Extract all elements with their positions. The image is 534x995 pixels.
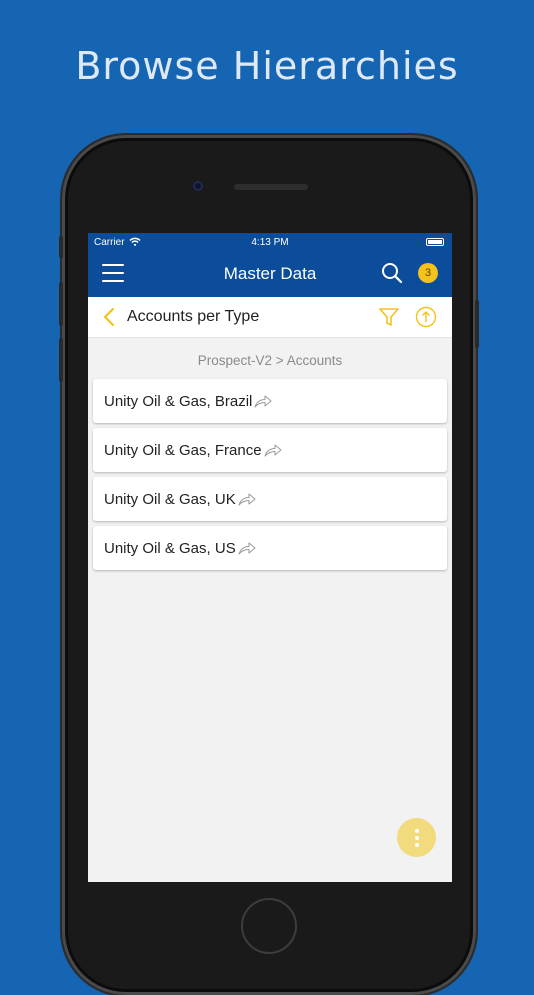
more-vertical-icon-dot bbox=[414, 828, 419, 833]
share-arrow-icon[interactable] bbox=[238, 541, 256, 555]
list-item-label: Unity Oil & Gas, UK bbox=[104, 490, 236, 508]
share-arrow-icon[interactable] bbox=[254, 394, 272, 408]
app-screen: Carrier 4:13 PM Master Data 3 Accounts p… bbox=[88, 233, 452, 882]
phone-volume-up bbox=[59, 282, 63, 326]
phone-power-button bbox=[475, 300, 479, 348]
subheader-title: Accounts per Type bbox=[127, 308, 260, 325]
share-arrow-icon[interactable] bbox=[264, 443, 282, 457]
phone-volume-down bbox=[59, 338, 63, 382]
list-item-account-uk[interactable]: Unity Oil & Gas, UK bbox=[93, 477, 447, 521]
search-icon[interactable] bbox=[380, 261, 404, 285]
list-item-label: Unity Oil & Gas, US bbox=[104, 539, 236, 557]
filter-icon[interactable] bbox=[378, 306, 400, 328]
earpiece-speaker bbox=[234, 184, 308, 190]
more-vertical-icon-dot bbox=[414, 835, 419, 840]
list-item-account-brazil[interactable]: Unity Oil & Gas, Brazil bbox=[93, 379, 447, 423]
front-camera bbox=[193, 181, 203, 191]
status-time: 4:13 PM bbox=[251, 237, 289, 248]
list-item-account-france[interactable]: Unity Oil & Gas, France bbox=[93, 428, 447, 472]
more-vertical-icon-dot bbox=[414, 842, 419, 847]
upload-circle-icon[interactable] bbox=[415, 306, 437, 328]
notification-badge[interactable]: 3 bbox=[418, 263, 438, 283]
list-item-label: Unity Oil & Gas, Brazil bbox=[104, 392, 253, 410]
list-item-account-us[interactable]: Unity Oil & Gas, US bbox=[93, 526, 447, 570]
phone-mute-switch bbox=[59, 236, 63, 258]
more-actions-button[interactable] bbox=[397, 818, 436, 857]
chevron-left-icon[interactable] bbox=[102, 307, 116, 327]
app-navbar: Master Data 3 bbox=[88, 251, 452, 297]
share-arrow-icon[interactable] bbox=[238, 492, 256, 506]
promo-title: Browse Hierarchies bbox=[75, 44, 459, 88]
list-item-label: Unity Oil & Gas, France bbox=[104, 441, 262, 459]
subheader: Accounts per Type bbox=[88, 297, 452, 338]
home-button bbox=[241, 898, 297, 954]
breadcrumb: Prospect-V2 > Accounts bbox=[197, 353, 343, 368]
battery-icon bbox=[426, 238, 444, 246]
status-bar: Carrier 4:13 PM bbox=[88, 233, 452, 251]
accounts-list: Unity Oil & Gas, Brazil Unity Oil & Gas,… bbox=[93, 379, 447, 575]
